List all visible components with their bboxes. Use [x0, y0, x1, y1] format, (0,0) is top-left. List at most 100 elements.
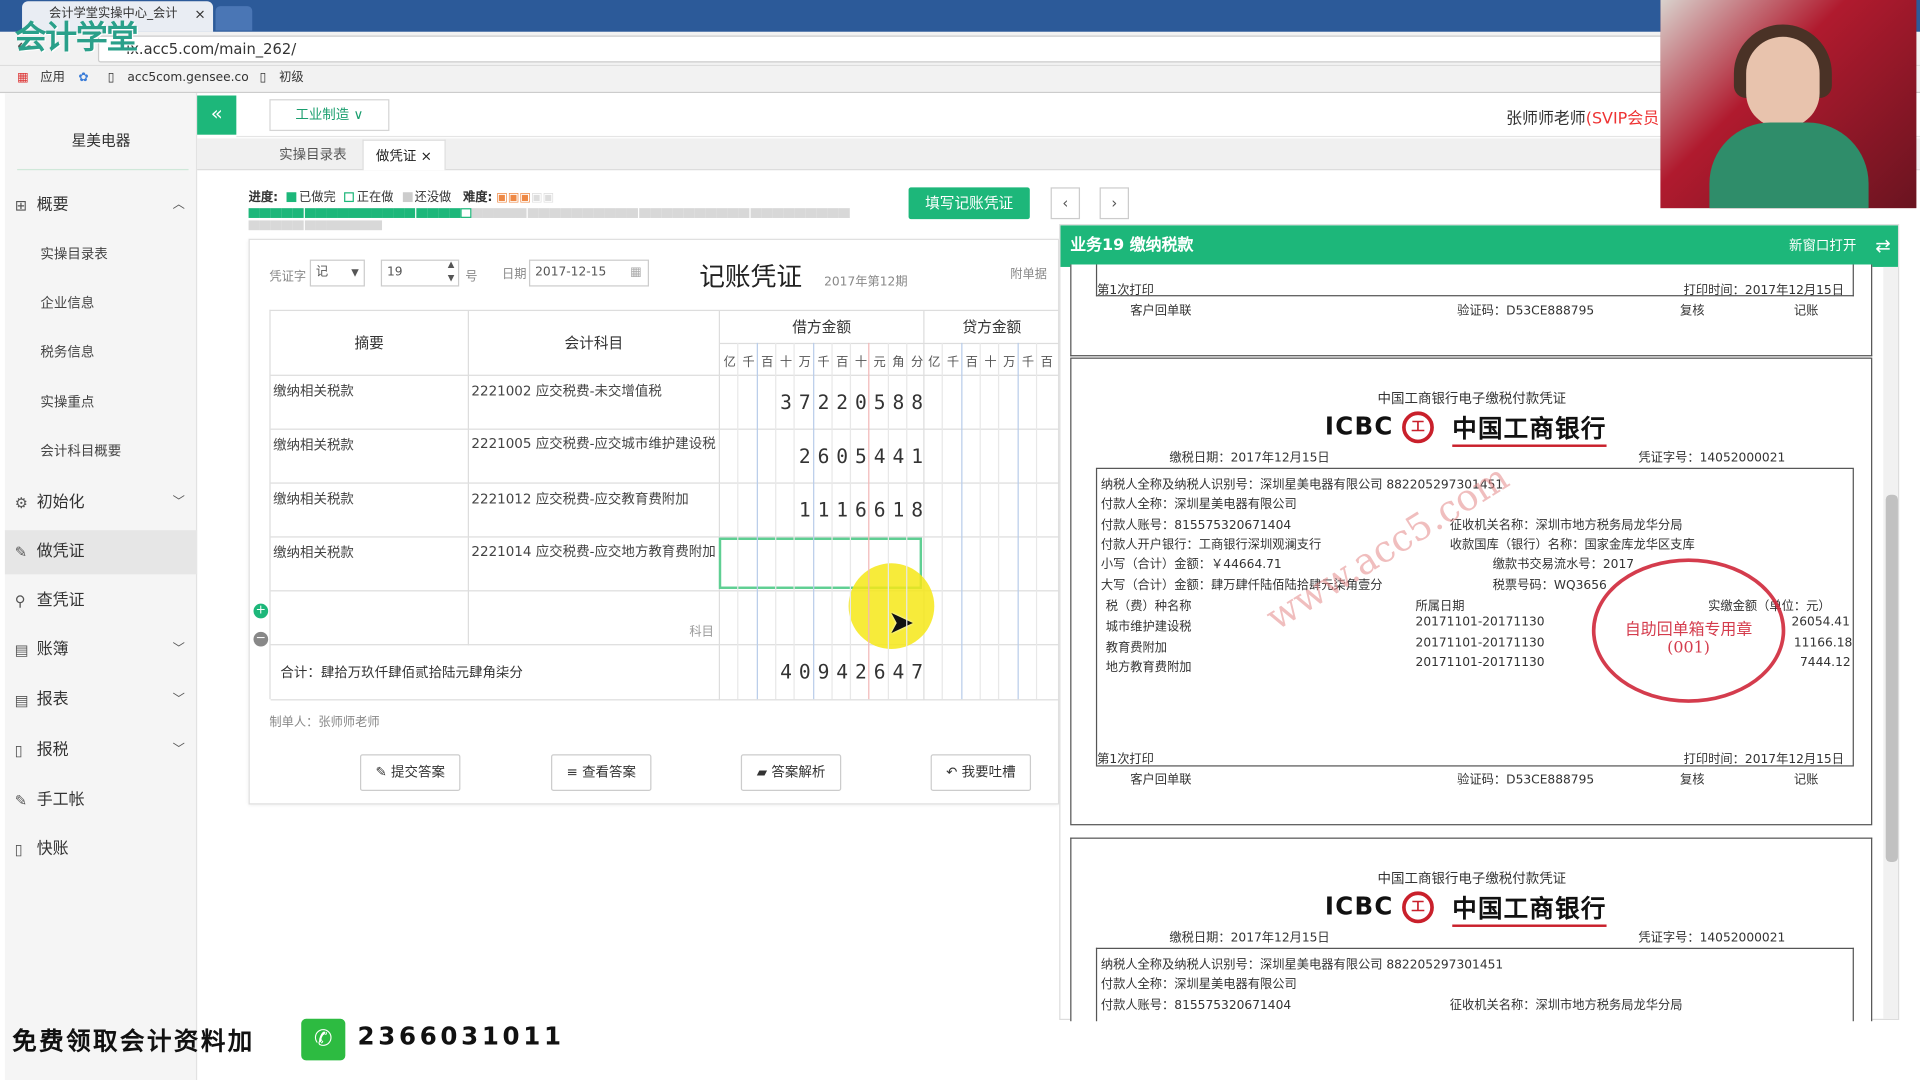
progress-segment[interactable]: [549, 208, 561, 218]
sidebar-item-query-voucher[interactable]: ⚲ 查凭证: [5, 579, 197, 623]
progress-segment[interactable]: [571, 208, 583, 218]
progress-segment[interactable]: [493, 208, 505, 218]
prev-button[interactable]: ‹: [1050, 187, 1081, 220]
progress-segment[interactable]: [437, 208, 450, 218]
swap-icon[interactable]: ⇄: [1875, 225, 1890, 267]
feedback-button[interactable]: ↶ 我要吐槽: [930, 754, 1032, 792]
progress-segment[interactable]: [482, 208, 494, 218]
progress-segment[interactable]: [348, 220, 360, 231]
progress-segment[interactable]: [281, 208, 294, 218]
progress-segment[interactable]: [304, 220, 316, 231]
progress-segment[interactable]: [827, 208, 840, 218]
new-tab-button[interactable]: [215, 6, 253, 31]
remove-row-icon[interactable]: −: [253, 631, 269, 647]
receipt-scrollbar-thumb[interactable]: [1885, 494, 1898, 863]
voucher-number-input[interactable]: 19 ▲ ▼: [380, 259, 460, 287]
url-input[interactable]: lx.acc5.com/main_262/: [97, 35, 1666, 63]
sidebar-sub-tax[interactable]: 税务信息: [5, 334, 197, 371]
progress-segment[interactable]: [738, 208, 750, 218]
progress-segment[interactable]: [794, 208, 806, 218]
progress-segment[interactable]: [449, 208, 461, 218]
progress-segment[interactable]: [337, 208, 349, 218]
row3-account[interactable]: 2221012 应交税费-应交教育费附加: [468, 483, 721, 538]
bookmark-chuji[interactable]: 初级: [279, 66, 303, 90]
submit-answer-button[interactable]: ✎ 提交答案: [360, 754, 461, 792]
progress-segment[interactable]: [460, 208, 472, 218]
progress-segment[interactable]: [315, 208, 327, 218]
collapse-sidebar-button[interactable]: «: [197, 95, 237, 135]
row4-account[interactable]: 2221014 应交税费-应交地方教育费附加: [468, 537, 721, 592]
bookmark-gensee[interactable]: acc5com.gensee.co: [127, 66, 248, 90]
progress-segment[interactable]: [727, 208, 739, 218]
open-new-window-link[interactable]: 新窗口打开: [1789, 225, 1856, 267]
sidebar-sub-catalog[interactable]: 实操目录表: [5, 236, 197, 273]
progress-segment[interactable]: [304, 208, 316, 218]
progress-segment[interactable]: [259, 220, 271, 231]
sidebar-sub-key[interactable]: 实操重点: [5, 384, 197, 421]
progress-segment[interactable]: [716, 208, 728, 218]
fill-voucher-button[interactable]: 填写记账凭证: [908, 187, 1030, 220]
date-input[interactable]: 2017-12-15 ▦: [528, 259, 649, 287]
progress-segment[interactable]: [504, 208, 516, 218]
progress-segment[interactable]: [649, 208, 661, 218]
progress-segment[interactable]: [415, 208, 427, 218]
row1-summary[interactable]: 缴纳相关税款: [270, 375, 469, 430]
progress-segment[interactable]: [750, 208, 762, 218]
progress-segment[interactable]: [772, 208, 784, 218]
progress-segment[interactable]: [605, 208, 617, 218]
progress-segment[interactable]: [293, 220, 305, 231]
tab-make-voucher[interactable]: 做凭证 ×: [362, 139, 446, 171]
progress-segment[interactable]: [538, 208, 550, 218]
progress-segment[interactable]: [371, 220, 383, 231]
progress-segment[interactable]: [382, 208, 394, 218]
progress-segment[interactable]: [638, 208, 650, 218]
progress-segment[interactable]: [348, 208, 360, 218]
view-answer-button[interactable]: ≡ 查看答案: [551, 754, 652, 792]
progress-segment[interactable]: [582, 208, 594, 218]
progress-segment[interactable]: [660, 208, 672, 218]
sidebar-item-manual[interactable]: ✎ 手工帐: [5, 779, 197, 823]
row5-summary[interactable]: [270, 591, 469, 646]
progress-segment[interactable]: [527, 208, 539, 218]
progress-segment[interactable]: [371, 208, 383, 218]
sidebar-item-reports[interactable]: ▤ 报表 ﹀: [5, 678, 197, 722]
close-icon[interactable]: ×: [421, 148, 432, 164]
sidebar-item-ledger[interactable]: ▤ 账簿 ﹀: [5, 628, 197, 672]
progress-segment[interactable]: [293, 208, 305, 218]
add-row-icon[interactable]: +: [253, 603, 269, 619]
progress-segment[interactable]: [816, 208, 828, 218]
tab-catalog[interactable]: 实操目录表: [267, 140, 359, 171]
row4-summary[interactable]: 缴纳相关税款: [270, 537, 469, 592]
progress-segment[interactable]: [360, 220, 372, 231]
row1-credit[interactable]: [924, 375, 1061, 430]
sidebar-sub-accounts[interactable]: 会计科目概要: [5, 433, 197, 470]
progress-segment[interactable]: [248, 208, 260, 218]
progress-segment[interactable]: [683, 208, 695, 218]
sidebar-item-init[interactable]: ⚙ 初始化 ﹀: [5, 481, 197, 525]
progress-segment[interactable]: [761, 208, 773, 218]
answer-analysis-button[interactable]: ▰ 答案解析: [740, 754, 842, 792]
calendar-icon[interactable]: ▦: [630, 261, 642, 285]
voucher-word-select[interactable]: 记 ▼: [309, 259, 365, 287]
apps-icon[interactable]: ▦: [17, 66, 29, 90]
progress-segment[interactable]: [337, 220, 349, 231]
progress-segment[interactable]: [360, 208, 372, 218]
progress-segment[interactable]: [326, 220, 338, 231]
progress-segment[interactable]: [393, 208, 405, 218]
progress-segment[interactable]: [270, 220, 282, 231]
sidebar-item-make-voucher[interactable]: ✎ 做凭证: [4, 530, 198, 575]
close-icon[interactable]: ×: [194, 1, 205, 28]
row2-credit[interactable]: [924, 429, 1061, 484]
progress-segment[interactable]: [839, 208, 851, 218]
row3-summary[interactable]: 缴纳相关税款: [270, 483, 469, 538]
progress-segment[interactable]: [672, 208, 684, 218]
progress-segment[interactable]: [805, 208, 817, 218]
progress-segment[interactable]: [426, 208, 438, 218]
progress-segment[interactable]: [471, 208, 483, 218]
row5-account[interactable]: 科目: [468, 591, 721, 646]
progress-segment[interactable]: [315, 220, 327, 231]
progress-segment[interactable]: [281, 220, 294, 231]
user-name[interactable]: 张师师老师(SVIP会员: [1506, 105, 1659, 128]
progress-segment[interactable]: [248, 220, 260, 231]
progress-segment[interactable]: [515, 208, 528, 218]
